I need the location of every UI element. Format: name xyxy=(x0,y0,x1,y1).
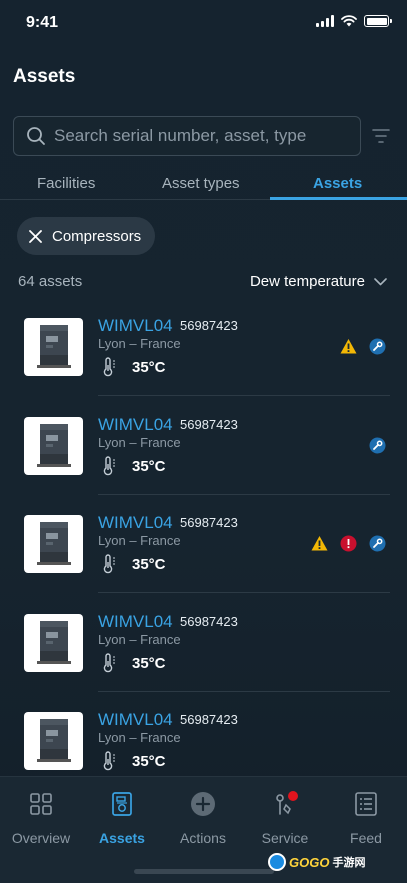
compressor-image xyxy=(36,325,71,368)
asset-temperature: 35°C xyxy=(132,753,166,770)
asset-location: Lyon – France xyxy=(98,631,181,647)
page-title: Assets xyxy=(13,66,76,87)
asset-row[interactable]: WIMVL04 56987423 Lyon – France 35°C xyxy=(0,397,407,495)
wrench-icon xyxy=(369,535,386,552)
compressor-image xyxy=(36,522,71,565)
nav-label: Service xyxy=(261,830,309,846)
service-icon xyxy=(276,791,298,815)
watermark: GOGO 手游网 xyxy=(268,851,365,873)
tab-asset-types[interactable]: Asset types xyxy=(162,175,240,192)
thermometer-icon xyxy=(103,455,115,475)
asset-row[interactable]: WIMVL04 56987423 Lyon – France 35°C xyxy=(0,692,407,776)
nav-service[interactable]: Service xyxy=(244,791,326,846)
asset-status-badges xyxy=(311,535,386,552)
sort-dropdown[interactable]: Dew temperature xyxy=(250,273,387,290)
chevron-down-icon xyxy=(374,277,387,285)
thermometer-icon xyxy=(103,357,115,377)
nav-label: Overview xyxy=(11,830,71,846)
status-bar: 9:41 xyxy=(0,0,407,46)
sort-label: Dew temperature xyxy=(249,273,365,290)
filter-chip-label: Compressors xyxy=(52,227,142,245)
asset-location: Lyon – France xyxy=(98,434,181,450)
compressor-icon xyxy=(112,792,132,816)
nav-feed[interactable]: Feed xyxy=(325,791,407,846)
compressor-image xyxy=(36,423,71,467)
asset-status-badges xyxy=(369,437,386,454)
asset-temperature: 35°C xyxy=(132,359,166,376)
wifi-icon xyxy=(341,15,357,27)
nav-actions[interactable]: Actions xyxy=(162,791,244,846)
feed-icon xyxy=(355,792,377,816)
asset-name[interactable]: WIMVL04 xyxy=(98,513,173,533)
grid-icon xyxy=(30,793,52,815)
watermark-suffix: 手游网 xyxy=(332,857,366,869)
tab-bar: Facilities Asset types Assets xyxy=(0,168,407,200)
asset-thumbnail xyxy=(24,712,83,770)
status-time: 9:41 xyxy=(26,14,59,31)
asset-name[interactable]: WIMVL04 xyxy=(98,612,173,632)
wrench-icon xyxy=(369,437,386,453)
thermometer-icon xyxy=(103,554,115,574)
nav-label: Assets xyxy=(99,830,145,846)
active-tab-indicator xyxy=(270,197,407,200)
asset-serial: 56987423 xyxy=(180,318,238,333)
search-input[interactable] xyxy=(54,126,354,146)
search-box[interactable] xyxy=(13,116,361,156)
plus-circle-icon xyxy=(191,792,215,816)
asset-row[interactable]: WIMVL04 56987423 Lyon – France 35°C xyxy=(0,495,407,593)
filter-icon[interactable] xyxy=(372,127,390,145)
asset-serial: 56987423 xyxy=(180,712,238,727)
status-icons xyxy=(316,15,392,27)
thermometer-icon xyxy=(103,652,115,672)
asset-row[interactable]: WIMVL04 56987423 Lyon – France 35°C xyxy=(0,298,407,396)
wrench-icon xyxy=(369,338,386,355)
asset-temperature: 35°C xyxy=(132,556,166,573)
nav-label: Actions xyxy=(180,830,226,846)
asset-row[interactable]: WIMVL04 56987423 Lyon – France 35°C xyxy=(0,594,407,692)
home-indicator xyxy=(134,869,274,874)
asset-thumbnail xyxy=(24,416,83,475)
nav-label: Feed xyxy=(350,830,382,846)
asset-list: WIMVL04 56987423 Lyon – France 35°C WIMV… xyxy=(0,298,407,776)
asset-thumbnail xyxy=(24,515,83,573)
asset-thumbnail xyxy=(24,613,83,672)
asset-status-badges xyxy=(340,338,386,355)
warning-icon xyxy=(340,339,357,354)
error-icon xyxy=(340,535,357,552)
search-icon xyxy=(27,127,45,145)
asset-temperature: 35°C xyxy=(132,457,166,475)
asset-location: Lyon – France xyxy=(98,533,181,548)
nav-overview[interactable]: Overview xyxy=(0,791,82,846)
compressor-image xyxy=(36,620,71,664)
filter-chip[interactable]: Compressors xyxy=(17,217,156,255)
asset-location: Lyon – France xyxy=(98,730,181,745)
asset-name[interactable]: WIMVL04 xyxy=(98,415,173,435)
warning-icon xyxy=(311,536,328,551)
compressor-image xyxy=(36,719,71,762)
asset-serial: 56987423 xyxy=(180,515,238,530)
asset-temperature: 35°C xyxy=(132,654,166,672)
asset-name[interactable]: WIMVL04 xyxy=(98,316,173,336)
watermark-logo-icon xyxy=(268,853,286,871)
battery-icon xyxy=(364,15,392,27)
thermometer-icon xyxy=(103,751,115,771)
watermark-text: GOGO xyxy=(289,854,330,870)
close-icon[interactable] xyxy=(29,229,42,243)
cellular-signal-icon xyxy=(316,15,334,27)
asset-serial: 56987423 xyxy=(180,416,238,432)
tab-assets[interactable]: Assets xyxy=(313,175,362,192)
tab-facilities[interactable]: Facilities xyxy=(37,175,95,192)
asset-location: Lyon – France xyxy=(98,336,181,351)
nav-assets[interactable]: Assets xyxy=(81,791,163,846)
asset-serial: 56987423 xyxy=(180,613,238,629)
asset-count: 64 assets xyxy=(18,273,83,290)
asset-name[interactable]: WIMVL04 xyxy=(98,710,173,730)
asset-thumbnail xyxy=(24,318,83,376)
